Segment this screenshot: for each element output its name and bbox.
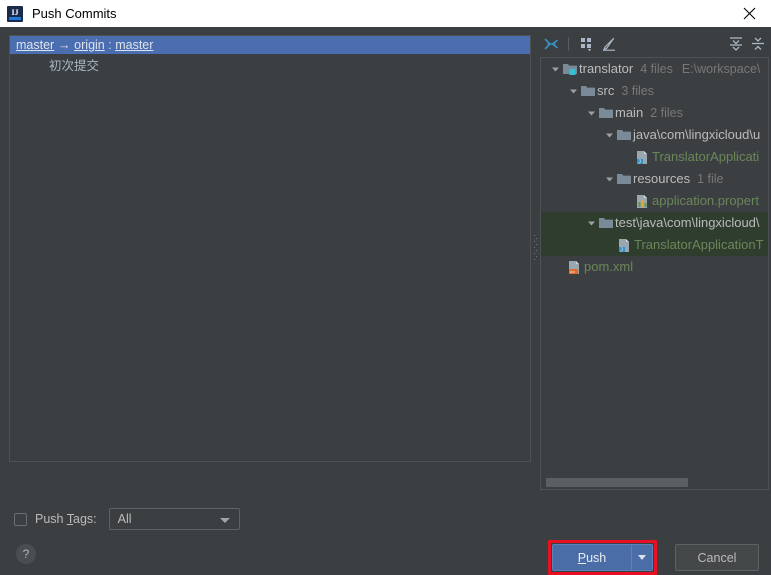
branch-push-row[interactable]: master → origin : master [10, 36, 530, 54]
push-button-group[interactable]: Push [552, 544, 653, 571]
push-tags-label: Push Tags: [35, 512, 97, 526]
folder-icon [580, 84, 597, 98]
module-folder-icon [562, 62, 579, 76]
push-dropdown-button[interactable] [631, 545, 652, 570]
chevron-down-icon [638, 555, 646, 560]
tree-node-translator-application[interactable]: J TranslatorApplicati [541, 146, 768, 168]
xml-file-icon: <> [567, 260, 584, 275]
push-commits-dialog: master → origin : master 初次提交 translator… [0, 27, 771, 575]
tags-select[interactable]: All [108, 508, 240, 530]
file-tree-scroll: translator 4 files E:\workspace\ src 3 f… [541, 58, 768, 475]
folder-icon [598, 106, 615, 120]
push-tags-label-pre: Push [35, 512, 67, 526]
push-label-mnemonic: P [577, 550, 587, 565]
java-file-icon: J [635, 150, 652, 165]
push-tags-label-post: ags: [73, 512, 97, 526]
chevron-down-icon[interactable] [567, 87, 580, 96]
window-titlebar: IJ Push Commits [0, 0, 771, 27]
cancel-button[interactable]: Cancel [675, 544, 759, 571]
intellij-idea-icon: IJ [7, 5, 23, 22]
tree-node-main[interactable]: main 2 files [541, 102, 768, 124]
folder-icon [616, 128, 633, 142]
tree-node-label: resources [633, 171, 691, 186]
tree-node-count: 1 file [697, 172, 724, 186]
expand-arrows-icon[interactable] [540, 34, 562, 54]
help-button[interactable]: ? [16, 544, 36, 564]
dialog-content: master → origin : master 初次提交 translator… [0, 27, 771, 490]
expand-all-icon[interactable] [725, 34, 747, 54]
tree-node-label: translator [579, 61, 634, 76]
push-tags-checkbox[interactable] [14, 512, 27, 526]
tree-node-label: application.propert [652, 193, 759, 208]
panel-splitter[interactable] [532, 35, 540, 462]
tree-node-count: 3 files [621, 84, 654, 98]
tree-node-count: 2 files [650, 106, 683, 120]
file-tree-toolbar [540, 33, 769, 55]
push-label-post: ush [586, 550, 607, 565]
tree-node-label: test\java\com\lingxicloud\ [615, 215, 760, 230]
chevron-down-icon[interactable] [585, 109, 598, 118]
tree-node-label: src [597, 83, 615, 98]
splitter-grip-icon [534, 235, 537, 261]
toolbar-separator [568, 37, 569, 51]
commits-list-panel[interactable]: master → origin : master 初次提交 [9, 35, 531, 462]
branch-separator: : [108, 38, 112, 52]
arrow-icon: → [57, 37, 71, 52]
target-branch-link[interactable]: master [115, 38, 153, 52]
tree-node-count: 4 files [640, 62, 673, 76]
tree-node-label: pom.xml [584, 259, 634, 274]
tree-node-label: TranslatorApplicati [652, 149, 760, 164]
tree-node-application-properties[interactable]: application.propert [541, 190, 768, 212]
remote-name-link[interactable]: origin [74, 38, 105, 52]
tree-node-path: E:\workspace\ [681, 62, 761, 76]
svg-text:<>: <> [570, 269, 576, 274]
push-button-highlight-annotation: Push [548, 540, 657, 575]
tree-node-translator[interactable]: translator 4 files E:\workspace\ [541, 58, 768, 80]
folder-icon [598, 216, 615, 230]
chevron-down-icon[interactable] [603, 131, 616, 140]
java-file-icon: J [617, 238, 634, 253]
folder-icon [616, 172, 633, 186]
tree-node-test-package[interactable]: test\java\com\lingxicloud\ [541, 212, 768, 234]
push-button[interactable]: Push [553, 545, 631, 570]
tree-node-pom-xml[interactable]: <> pom.xml [541, 256, 768, 278]
window-title: Push Commits [32, 6, 117, 21]
tree-node-java-package[interactable]: java\com\lingxicloud\u [541, 124, 768, 146]
push-tags-option-row: Push Tags: All [14, 508, 240, 530]
tree-node-translator-application-tests[interactable]: J TranslatorApplicationT [541, 234, 768, 256]
tree-node-src[interactable]: src 3 files [541, 80, 768, 102]
group-by-icon[interactable] [576, 34, 598, 54]
scrollbar-thumb[interactable] [546, 478, 688, 487]
close-icon[interactable] [727, 0, 771, 27]
tree-node-label: main [615, 105, 644, 120]
horizontal-scrollbar[interactable] [542, 476, 767, 488]
tags-select-value: All [117, 512, 132, 526]
tree-node-label: TranslatorApplicationT [634, 237, 764, 252]
edit-pencil-icon[interactable] [598, 34, 620, 54]
chevron-down-icon [219, 518, 230, 523]
chevron-down-icon[interactable] [549, 65, 562, 74]
dialog-buttons: Push Cancel [548, 540, 759, 575]
chevron-down-icon[interactable] [603, 175, 616, 184]
file-tree-panel[interactable]: translator 4 files E:\workspace\ src 3 f… [540, 57, 769, 490]
collapse-all-icon[interactable] [747, 34, 769, 54]
properties-file-icon [635, 194, 652, 209]
chevron-down-icon[interactable] [585, 219, 598, 228]
source-branch-label: master [16, 38, 55, 52]
tree-node-resources[interactable]: resources 1 file [541, 168, 768, 190]
commit-message-row[interactable]: 初次提交 [10, 57, 530, 75]
tree-node-label: java\com\lingxicloud\u [633, 127, 761, 142]
